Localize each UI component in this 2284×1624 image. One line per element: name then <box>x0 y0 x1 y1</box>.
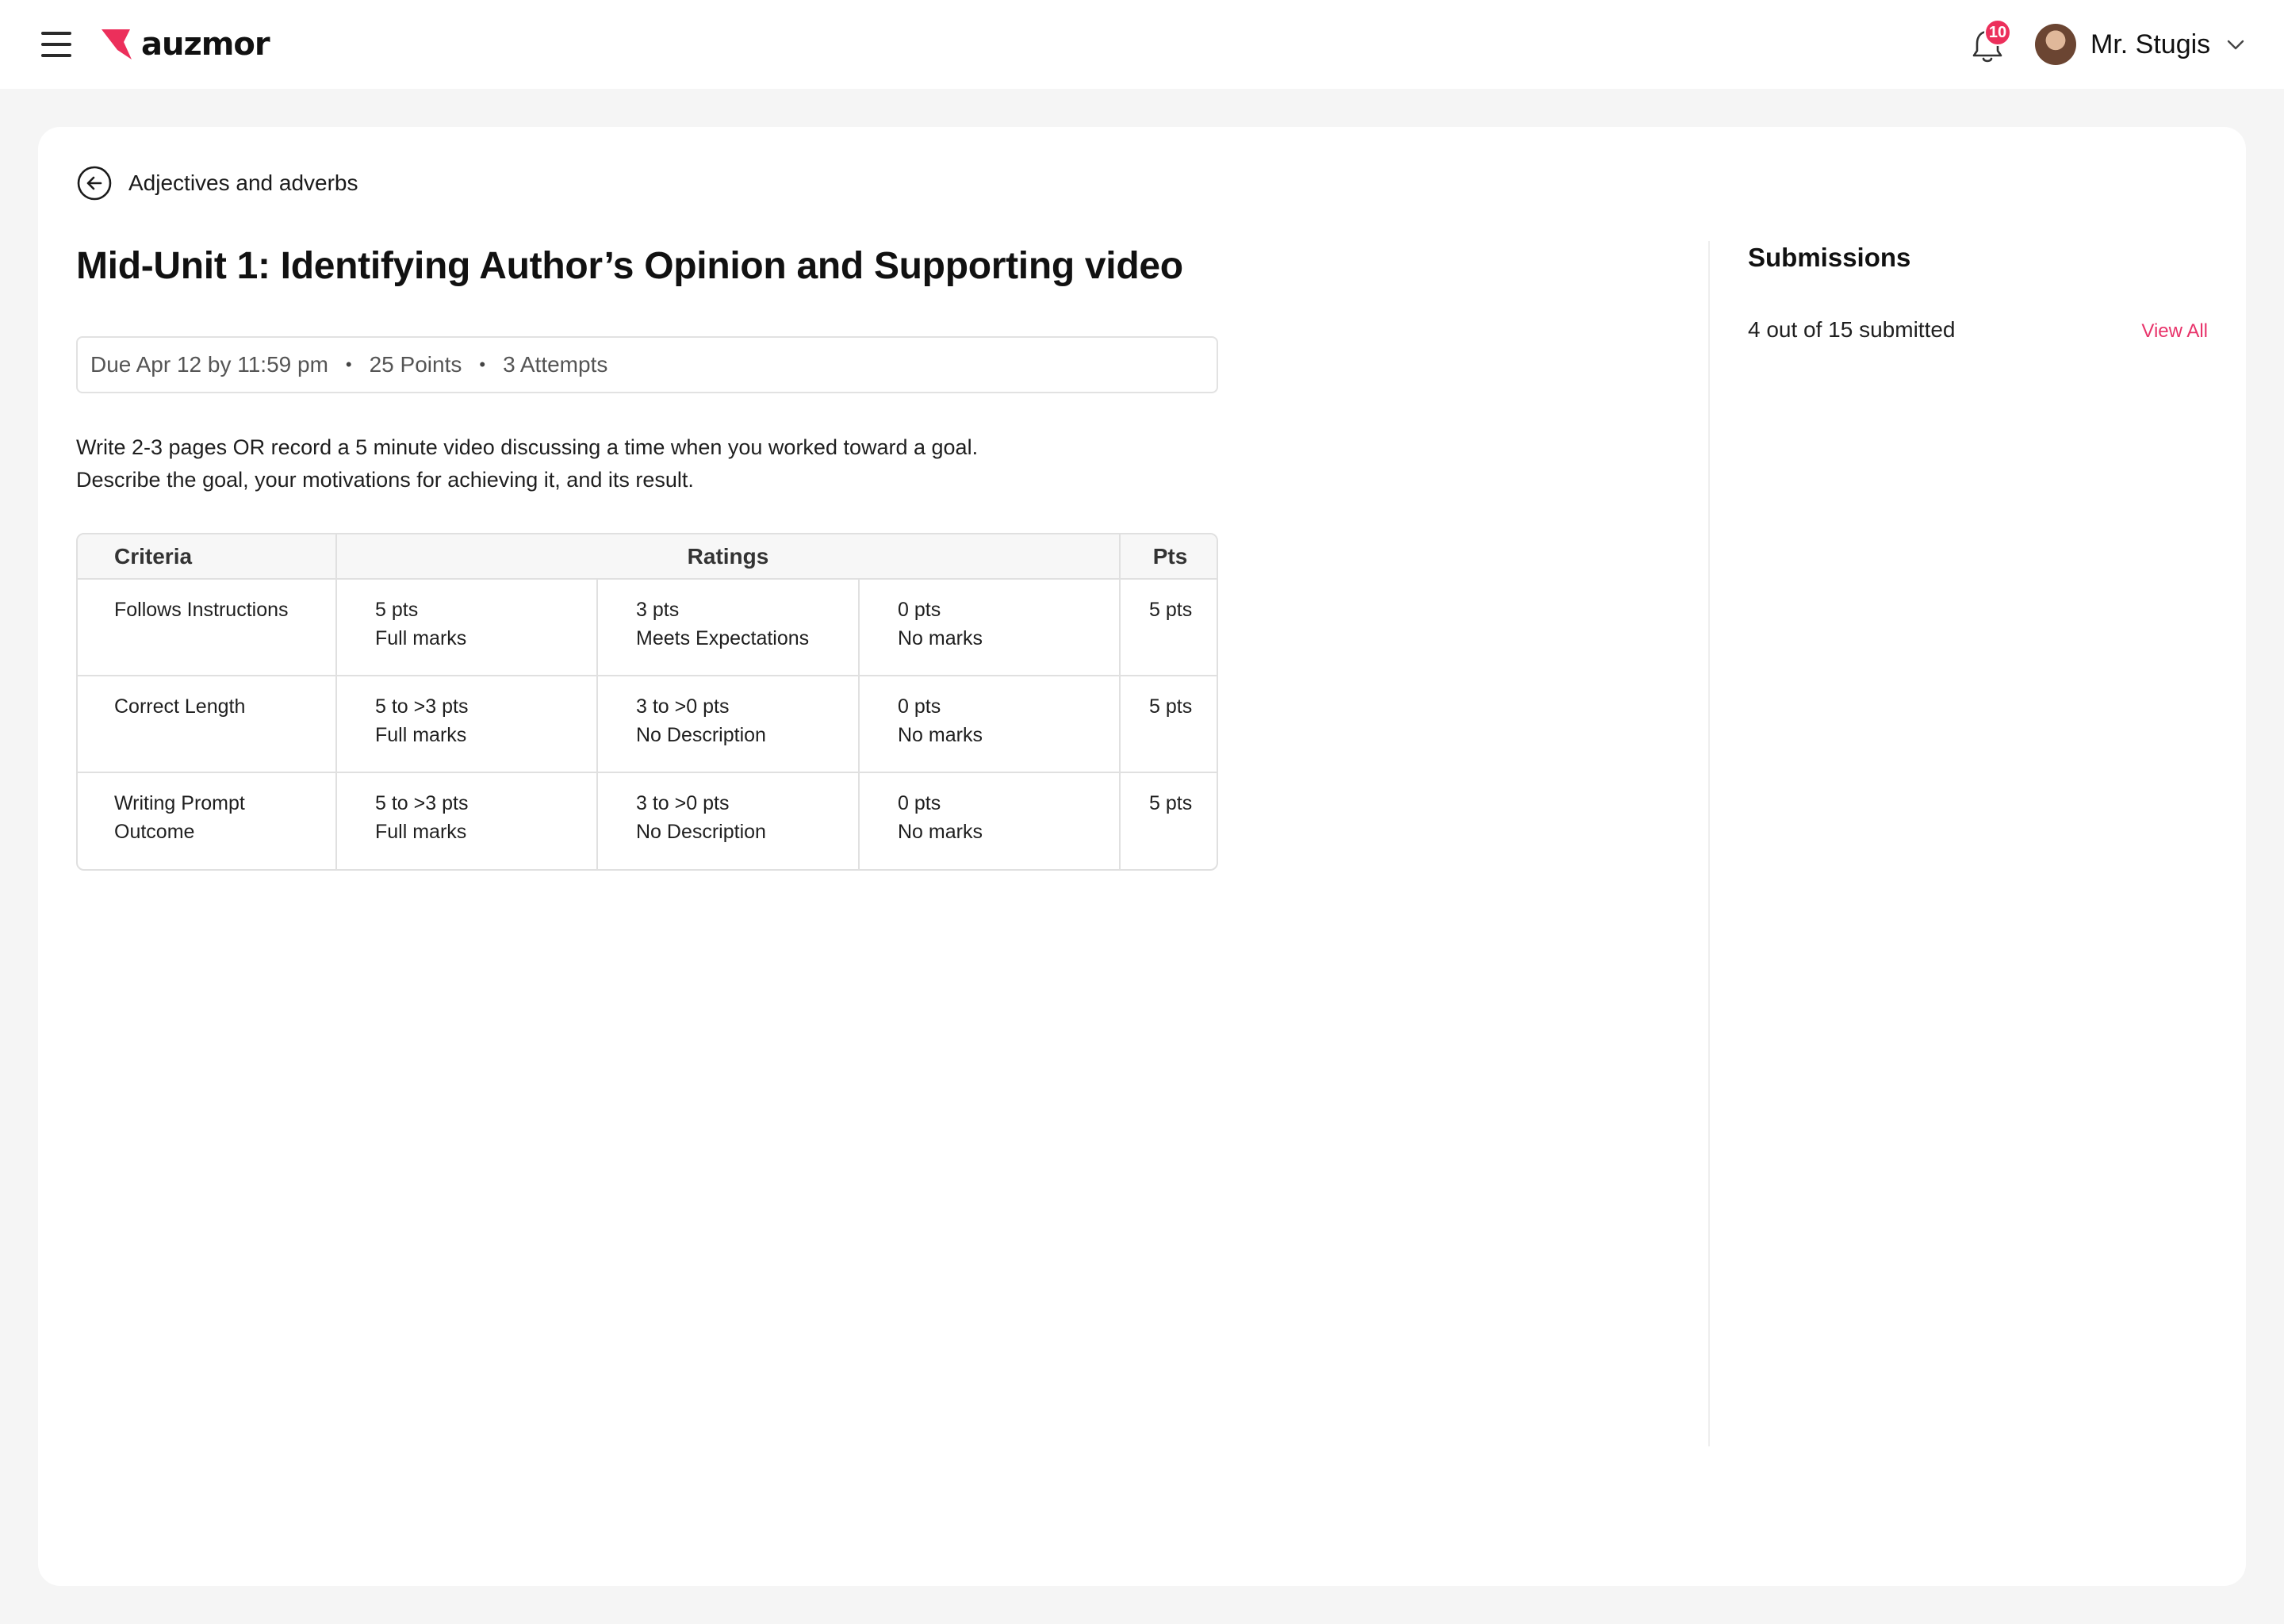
page-title: Mid-Unit 1: Identifying Author’s Opinion… <box>76 245 1183 287</box>
rating-points: 5 pts <box>375 599 419 621</box>
table-row: Follows Instructions 5 pts Full marks 3 … <box>78 579 1217 676</box>
logo-text: auzmor <box>141 26 270 63</box>
view-all-link[interactable]: View All <box>2141 320 2208 343</box>
criteria-cell: Writing Prompt Outcome <box>78 772 337 869</box>
rating-description: No marks <box>898 627 983 649</box>
rating-cell: 3 to >0 pts No Description <box>597 772 860 869</box>
rating-description: No marks <box>898 724 983 746</box>
rating-cell: 5 to >3 pts Full marks <box>336 676 598 773</box>
rating-description: No Description <box>636 724 766 746</box>
assignment-card: Adjectives and adverbs Mid-Unit 1: Ident… <box>38 127 2246 1586</box>
table-row: Correct Length 5 to >3 pts Full marks 3 … <box>78 676 1217 773</box>
criteria-line: Writing Prompt <box>114 792 245 814</box>
submissions-count: 4 out of 15 submitted <box>1748 317 1956 342</box>
assignment-meta-bar: Due Apr 12 by 11:59 pm • 25 Points • 3 A… <box>76 336 1218 393</box>
criteria-cell: Follows Instructions <box>78 579 337 676</box>
rating-cell: 0 pts No marks <box>859 676 1121 773</box>
chevron-down-icon <box>2227 40 2244 50</box>
rating-description: Full marks <box>375 627 467 649</box>
due-date: Due Apr 12 by 11:59 pm <box>90 352 328 377</box>
separator-dot: • <box>479 354 486 374</box>
column-header-pts: Pts <box>1120 534 1217 580</box>
criteria-cell: Correct Length <box>78 676 337 773</box>
back-link[interactable]: Adjectives and adverbs <box>76 165 358 201</box>
rating-description: Full marks <box>375 821 467 843</box>
rating-points: 5 to >3 pts <box>375 695 469 718</box>
description-line: Write 2-3 pages OR record a 5 minute vid… <box>76 435 979 459</box>
rating-points: 0 pts <box>898 599 941 621</box>
rating-cell: 5 to >3 pts Full marks <box>336 772 598 869</box>
rating-cell: 5 pts Full marks <box>336 579 598 676</box>
panel-divider <box>1708 241 1710 1446</box>
rating-points: 0 pts <box>898 695 941 718</box>
criteria-line: Outcome <box>114 821 195 843</box>
assignment-description: Write 2-3 pages OR record a 5 minute vid… <box>76 431 1266 496</box>
column-header-ratings: Ratings <box>336 534 1121 580</box>
rating-points: 5 to >3 pts <box>375 792 469 814</box>
rating-description: No marks <box>898 821 983 843</box>
rating-points: 3 to >0 pts <box>636 792 730 814</box>
separator-dot: • <box>345 354 352 374</box>
rubric-header-row: Criteria Ratings Pts <box>78 534 1217 580</box>
top-navigation-bar: auzmor 10 Mr. Stugis <box>0 0 2284 89</box>
points-cell: 5 pts <box>1120 676 1217 773</box>
rating-points: 3 to >0 pts <box>636 695 730 718</box>
rating-cell: 3 to >0 pts No Description <box>597 676 860 773</box>
menu-icon[interactable] <box>41 29 71 60</box>
rating-points: 0 pts <box>898 792 941 814</box>
description-line: Describe the goal, your motivations for … <box>76 468 694 492</box>
submissions-title: Submissions <box>1748 243 1911 272</box>
points-cell: 5 pts <box>1149 792 1193 814</box>
rubric-table: Criteria Ratings Pts Follows Instruction… <box>76 533 1218 871</box>
arrow-left-circle-icon <box>77 166 112 201</box>
column-header-criteria: Criteria <box>78 534 337 580</box>
user-menu[interactable]: Mr. Stugis <box>2035 21 2247 68</box>
rating-cell: 3 pts Meets Expectations <box>597 579 860 676</box>
user-name: Mr. Stugis <box>2090 29 2211 59</box>
rating-cell: 0 pts No marks <box>859 772 1121 869</box>
back-link-label: Adjectives and adverbs <box>128 170 358 195</box>
rating-cell: 0 pts No marks <box>859 579 1121 676</box>
rating-points: 3 pts <box>636 599 680 621</box>
logo[interactable]: auzmor <box>100 22 270 67</box>
rating-description: No Description <box>636 821 766 843</box>
rating-description: Meets Expectations <box>636 627 810 649</box>
points: 25 Points <box>369 352 462 377</box>
attempts: 3 Attempts <box>503 352 608 377</box>
rating-description: Full marks <box>375 724 467 746</box>
logo-mark-icon <box>102 29 132 59</box>
points-cell: 5 pts <box>1120 579 1217 676</box>
avatar <box>2035 24 2076 65</box>
notification-badge: 10 <box>1984 19 2011 46</box>
table-row: Writing Prompt Outcome 5 to >3 pts Full … <box>78 772 1217 869</box>
